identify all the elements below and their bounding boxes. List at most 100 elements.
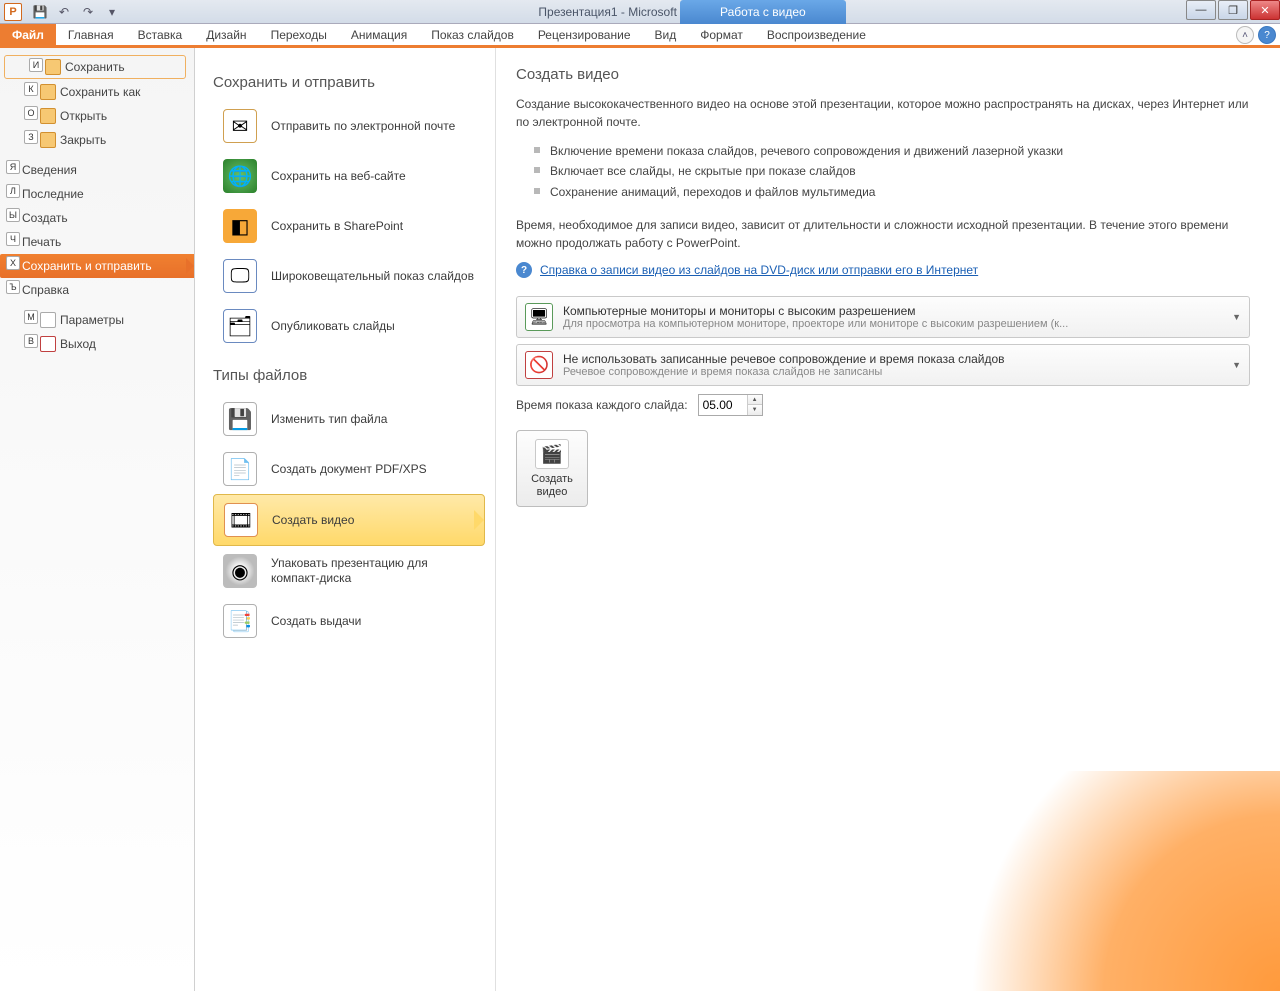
nav-open[interactable]: О Открыть xyxy=(0,104,194,128)
publish-icon: 🗂 xyxy=(223,309,257,343)
nav-close[interactable]: З Закрыть xyxy=(0,128,194,152)
item-label: Отправить по электронной почте xyxy=(271,119,455,134)
nav-label: Сведения xyxy=(22,163,77,177)
share-publish[interactable]: 🗂 Опубликовать слайды xyxy=(213,301,485,351)
hotkey-badge: К xyxy=(24,82,38,96)
nav-options[interactable]: М Параметры xyxy=(0,308,194,332)
tab-transitions[interactable]: Переходы xyxy=(259,24,339,45)
powerpoint-icon: P xyxy=(4,3,22,21)
nav-help[interactable]: Ъ Справка xyxy=(0,278,194,302)
window-controls: — ❐ ✕ xyxy=(1184,0,1280,20)
options-icon xyxy=(40,312,56,328)
bullet-item: Включает все слайды, не скрытые при пока… xyxy=(534,161,1250,181)
spin-down-icon[interactable]: ▼ xyxy=(748,405,762,415)
nav-print[interactable]: Ч Печать xyxy=(0,230,194,254)
option-title: Не использовать записанные речевое сопро… xyxy=(563,352,1219,366)
filetype-change[interactable]: 💾 Изменить тип файла xyxy=(213,394,485,444)
nav-info[interactable]: Я Сведения xyxy=(0,158,194,182)
nav-exit[interactable]: В Выход xyxy=(0,332,194,356)
tab-review[interactable]: Рецензирование xyxy=(526,24,643,45)
info-icon: ? xyxy=(516,262,532,278)
share-options-column: Сохранить и отправить ✉ Отправить по эле… xyxy=(195,48,495,991)
nav-label: Сохранить xyxy=(65,60,125,74)
spin-up-icon[interactable]: ▲ xyxy=(748,395,762,405)
hotkey-badge: Ч xyxy=(6,232,20,246)
resolution-dropdown[interactable]: 🖥 Компьютерные мониторы и мониторы с выс… xyxy=(516,296,1250,338)
hotkey-badge: О xyxy=(24,106,38,120)
tab-animation[interactable]: Анимация xyxy=(339,24,419,45)
nav-label: Выход xyxy=(60,337,96,351)
button-label: Создать видео xyxy=(521,473,583,499)
create-video-panel: Создать видео Создание высококачественно… xyxy=(495,48,1280,991)
filetype-handout[interactable]: 📑 Создать выдачи xyxy=(213,596,485,646)
help-link[interactable]: Справка о записи видео из слайдов на DVD… xyxy=(540,263,978,277)
redo-icon[interactable]: ↷ xyxy=(78,3,98,21)
option-desc: Для просмотра на компьютерном мониторе, … xyxy=(563,318,1219,330)
open-icon xyxy=(40,108,56,124)
filetype-video[interactable]: 🎞 Создать видео xyxy=(213,494,485,546)
section-heading: Сохранить и отправить xyxy=(213,74,485,91)
tab-insert[interactable]: Вставка xyxy=(126,24,195,45)
nav-save-send[interactable]: Х Сохранить и отправить xyxy=(0,254,194,278)
decorative-corner xyxy=(900,771,1280,991)
quick-access-toolbar: 💾 ↶ ↷ ▾ xyxy=(30,3,122,21)
share-broadcast[interactable]: 🖵 Широковещательный показ слайдов xyxy=(213,251,485,301)
duration-input[interactable] xyxy=(699,395,747,415)
hotkey-badge: В xyxy=(24,334,38,348)
item-label: Создать видео xyxy=(272,513,354,528)
save-icon[interactable]: 💾 xyxy=(30,3,50,21)
share-email[interactable]: ✉ Отправить по электронной почте xyxy=(213,101,485,151)
filetype-pdf[interactable]: 📄 Создать документ PDF/XPS xyxy=(213,444,485,494)
cd-icon: ◉ xyxy=(223,554,257,588)
bullet-item: Включение времени показа слайдов, речево… xyxy=(534,141,1250,161)
duration-spinner[interactable]: ▲ ▼ xyxy=(698,394,763,416)
ribbon: Файл Главная Вставка Дизайн Переходы Ани… xyxy=(0,24,1280,48)
title-bar: P 💾 ↶ ↷ ▾ Презентация1 - Microsoft Power… xyxy=(0,0,1280,24)
hotkey-badge: И xyxy=(29,58,43,72)
slide-duration-row: Время показа каждого слайда: ▲ ▼ xyxy=(516,394,1250,416)
tab-home[interactable]: Главная xyxy=(56,24,126,45)
nav-label: Параметры xyxy=(60,313,124,327)
tab-view[interactable]: Вид xyxy=(643,24,689,45)
nav-label: Открыть xyxy=(60,109,107,123)
minimize-button[interactable]: — xyxy=(1186,0,1216,20)
help-icon[interactable]: ? xyxy=(1258,26,1276,44)
minimize-ribbon-icon[interactable]: ˄ xyxy=(1236,26,1254,44)
help-row: ? Справка о записи видео из слайдов на D… xyxy=(516,262,1250,278)
close-button[interactable]: ✕ xyxy=(1250,0,1280,20)
option-desc: Речевое сопровождение и время показа сла… xyxy=(563,366,1219,378)
nav-save-as[interactable]: К Сохранить как xyxy=(0,80,194,104)
close-doc-icon xyxy=(40,132,56,148)
create-video-icon: 🎬 xyxy=(535,439,569,469)
sharepoint-icon: ◧ xyxy=(223,209,257,243)
maximize-button[interactable]: ❐ xyxy=(1218,0,1248,20)
bullet-item: Сохранение анимаций, переходов и файлов … xyxy=(534,182,1250,202)
share-web[interactable]: 🌐 Сохранить на веб-сайте xyxy=(213,151,485,201)
undo-icon[interactable]: ↶ xyxy=(54,3,74,21)
tab-slideshow[interactable]: Показ слайдов xyxy=(419,24,526,45)
hotkey-badge: Ъ xyxy=(6,280,20,294)
narration-dropdown[interactable]: 🚫 Не использовать записанные речевое соп… xyxy=(516,344,1250,386)
create-video-button[interactable]: 🎬 Создать видео xyxy=(516,430,588,506)
hotkey-badge: Я xyxy=(6,160,20,174)
nav-save[interactable]: И Сохранить xyxy=(4,55,186,79)
tab-file[interactable]: Файл xyxy=(0,24,56,45)
filetype-cd[interactable]: ◉ Упаковать презентацию для компакт-диск… xyxy=(213,546,485,596)
qat-dropdown-icon[interactable]: ▾ xyxy=(102,3,122,21)
contextual-tab-video[interactable]: Работа с видео xyxy=(680,0,846,24)
tab-format[interactable]: Формат xyxy=(688,24,755,45)
nav-recent[interactable]: Л Последние xyxy=(0,182,194,206)
item-label: Создать документ PDF/XPS xyxy=(271,462,427,477)
save-icon xyxy=(45,59,61,75)
nav-new[interactable]: Ы Создать xyxy=(0,206,194,230)
nav-label: Создать xyxy=(22,211,68,225)
item-label: Упаковать презентацию для компакт-диска xyxy=(271,556,475,586)
nav-label: Справка xyxy=(22,283,69,297)
pdf-icon: 📄 xyxy=(223,452,257,486)
tab-design[interactable]: Дизайн xyxy=(194,24,258,45)
description-text: Время, необходимое для записи видео, зав… xyxy=(516,216,1250,252)
share-sharepoint[interactable]: ◧ Сохранить в SharePoint xyxy=(213,201,485,251)
backstage-view: И Сохранить К Сохранить как О Открыть З … xyxy=(0,48,1280,991)
item-label: Широковещательный показ слайдов xyxy=(271,269,474,284)
tab-playback[interactable]: Воспроизведение xyxy=(755,24,878,45)
